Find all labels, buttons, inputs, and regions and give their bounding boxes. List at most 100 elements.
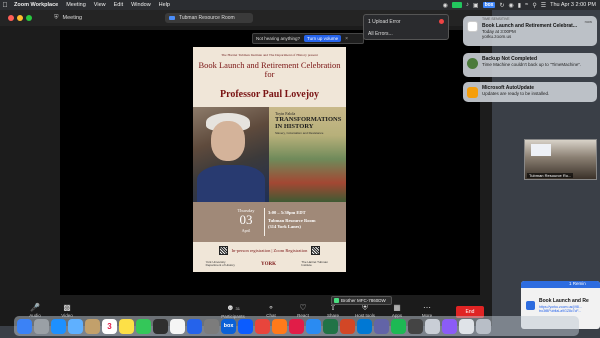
excel-icon[interactable] xyxy=(323,318,338,334)
calendar-notification[interactable]: TIME SENSITIVE now Book Launch and Retir… xyxy=(463,16,597,46)
macos-dock: 3 box xyxy=(14,316,579,336)
notification-time: now xyxy=(584,19,592,24)
registration-text: In-person registration | Zoom Registrati… xyxy=(231,247,308,253)
participants-icon: ☻31 xyxy=(226,303,240,312)
apple-menu-icon[interactable]:  xyxy=(0,2,10,9)
chrome-icon[interactable] xyxy=(255,318,270,334)
calendar-icon[interactable]: 3 xyxy=(102,318,117,334)
honoree-photo xyxy=(193,107,269,202)
box-tray-icon[interactable]: box xyxy=(482,2,496,8)
all-errors-item[interactable]: All Errors... xyxy=(368,31,393,37)
menu-edit[interactable]: Edit xyxy=(110,2,127,8)
photos-icon[interactable] xyxy=(170,318,185,334)
downloads-folder-icon[interactable] xyxy=(459,318,474,334)
app-icon[interactable] xyxy=(442,318,457,334)
notes-icon[interactable] xyxy=(119,318,134,334)
book-subtitle: Slavery, Colonialism and Resistance xyxy=(275,131,324,135)
time-machine-notification[interactable]: Backup Not Completed Time Machine couldn… xyxy=(463,53,597,77)
photo-face xyxy=(211,121,245,161)
close-window-button[interactable] xyxy=(8,15,14,21)
upload-error-title[interactable]: 1 Upload Error xyxy=(368,19,401,25)
microsoft-autoupdate-icon xyxy=(467,87,478,98)
menu-meeting[interactable]: Meeting xyxy=(62,2,90,8)
preview-icon[interactable] xyxy=(425,318,440,334)
notification-header: TIME SENSITIVE xyxy=(482,17,510,21)
menu-window[interactable]: Window xyxy=(127,2,155,8)
launchpad-icon[interactable] xyxy=(34,318,49,334)
event-details-band: Thursday 03 April 3:00 – 5:30pm EDT Tubm… xyxy=(193,202,346,242)
trash-icon[interactable] xyxy=(476,318,491,334)
printer-notification[interactable]: Brother MFC-7860DW xyxy=(331,296,392,305)
menu-help[interactable]: Help xyxy=(155,2,174,8)
qr-code-icon xyxy=(311,245,321,255)
word-icon[interactable] xyxy=(306,318,321,334)
teams-icon[interactable] xyxy=(374,318,389,334)
contacts-icon[interactable] xyxy=(85,318,100,334)
system-settings-icon[interactable] xyxy=(204,318,219,334)
book-title: TRANSFORMATIONS IN HISTORY xyxy=(275,116,342,130)
active-speaker-name: Tubman Resource Room xyxy=(179,15,235,21)
muted-microphone-icon: 🎤 xyxy=(30,303,40,312)
menu-view[interactable]: View xyxy=(90,2,110,8)
turn-up-volume-button[interactable]: Turn up volume xyxy=(304,35,342,42)
audio-hint-text: Not hearing anything? xyxy=(256,36,301,41)
close-icon[interactable]: × xyxy=(345,36,348,42)
firefox-icon[interactable] xyxy=(272,318,287,334)
sponsor-logos: York University Department of History YO… xyxy=(193,258,346,270)
safari-icon[interactable] xyxy=(51,318,66,334)
finder-icon[interactable] xyxy=(17,318,32,334)
mail-icon[interactable] xyxy=(68,318,83,334)
status-tray: ◉ ♪ ▣ box ↻ ◉ ▮ ≈ ⚲ ☰ Thu Apr 3 2:00 PM xyxy=(443,0,596,10)
fullscreen-window-button[interactable] xyxy=(26,15,32,21)
sync-tray-icon[interactable]: ↻ xyxy=(499,2,504,9)
more-dots-icon: ⋯ xyxy=(423,303,431,312)
menu-app-name[interactable]: Zoom Workplace xyxy=(10,2,62,8)
poster-honoree: Professor Paul Lovejoy xyxy=(219,89,320,100)
menu-clock[interactable]: Thu Apr 3 2:00 PM xyxy=(550,2,596,8)
meeting-indicator-icon[interactable] xyxy=(451,2,462,8)
registration-row: In-person registration | Zoom Registrati… xyxy=(193,244,346,256)
event-date: 03 xyxy=(239,212,253,227)
battery-icon[interactable]: ▮ xyxy=(518,2,521,9)
calendar-icon xyxy=(467,21,478,32)
meeting-link[interactable]: https://yorku.zoom.us/j/98... tro3tBPubf… xyxy=(539,305,597,313)
time-machine-icon xyxy=(467,58,478,69)
participant-video-tile[interactable]: Tubman Resource Ro... xyxy=(524,139,597,180)
camera-icon xyxy=(169,16,175,20)
control-center-icon[interactable]: ☰ xyxy=(541,2,546,9)
history-department-logo: York University Department of History xyxy=(205,259,235,267)
box-drive-icon[interactable]: box xyxy=(221,318,236,334)
terminal-icon[interactable] xyxy=(408,318,423,334)
event-month: April xyxy=(241,228,251,233)
minimize-window-button[interactable] xyxy=(17,15,23,21)
upload-error-menu: 1 Upload Error All Errors... xyxy=(363,14,449,40)
powerpoint-icon[interactable] xyxy=(340,318,355,334)
audio-tray-icon[interactable]: ♪ xyxy=(466,2,469,8)
shared-event-poster: The Harriet Tubman Institute and The Dep… xyxy=(193,47,346,272)
app-store-icon[interactable] xyxy=(187,318,202,334)
zoom-dock-icon[interactable] xyxy=(238,318,253,334)
book-cover: Toyin Falola TRANSFORMATIONS IN HISTORY … xyxy=(269,107,346,202)
screen-tray-icon[interactable]: ▣ xyxy=(473,2,479,9)
search-icon[interactable]: ⚲ xyxy=(532,2,536,9)
headphones-tray-icon[interactable]: ◉ xyxy=(508,2,513,9)
active-speaker-pill[interactable]: Tubman Resource Room xyxy=(165,13,253,23)
heart-icon: ♡ xyxy=(299,303,307,312)
messages-icon[interactable] xyxy=(136,318,151,334)
video-camera-icon: ▩ xyxy=(63,303,71,312)
room-screen xyxy=(531,144,551,156)
acrobat-icon[interactable] xyxy=(289,318,304,334)
mac-menu-bar:  Zoom Workplace Meeting View Edit Windo… xyxy=(0,0,600,10)
audio-hint-banner: Not hearing anything? Turn up volume × xyxy=(252,33,364,44)
window-title: Meeting xyxy=(62,15,83,21)
outlook-icon[interactable] xyxy=(357,318,372,334)
spotify-icon[interactable] xyxy=(391,318,406,334)
facetime-icon[interactable] xyxy=(153,318,168,334)
notification-body: Time Machine couldn't back up to "TimeMa… xyxy=(482,62,582,67)
security-shield-icon[interactable]: ⛨ xyxy=(54,15,59,22)
zoom-tray-icon[interactable]: ◉ xyxy=(443,2,448,9)
york-logo: YORK xyxy=(260,261,276,267)
notification-body: Updates are ready to be installed. xyxy=(482,91,550,96)
wifi-icon[interactable]: ≈ xyxy=(525,2,528,8)
autoupdate-notification[interactable]: Microsoft AutoUpdate Updates are ready t… xyxy=(463,82,597,102)
